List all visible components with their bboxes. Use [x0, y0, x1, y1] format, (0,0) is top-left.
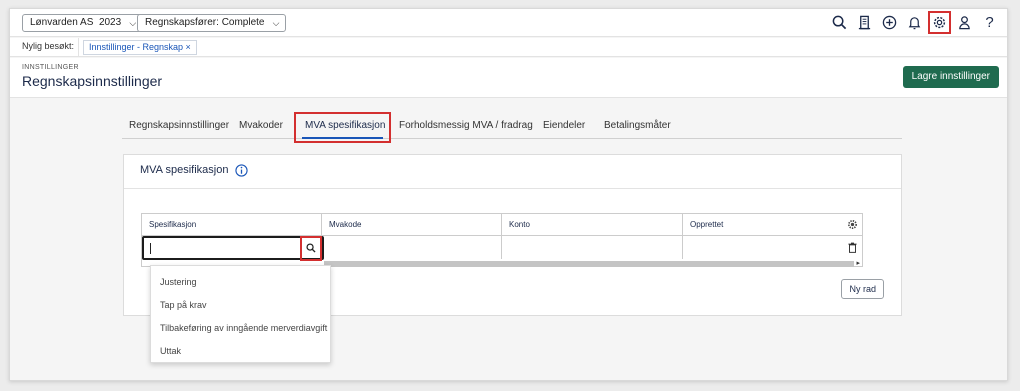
tab-forholdsmessig-mva[interactable]: Forholdsmessig MVA / fradrag — [399, 120, 533, 131]
card-title: MVA spesifikasjon — [140, 164, 229, 176]
building-icon[interactable] — [855, 13, 874, 32]
gear-icon[interactable] — [928, 11, 951, 34]
plus-circle-icon[interactable] — [880, 13, 899, 32]
table-cell[interactable] — [502, 236, 683, 259]
spec-table: Spesifikasjon Mvakode Konto Opprettet ▸ — [141, 213, 863, 267]
page-title: Regnskapsinnstillinger — [22, 73, 163, 89]
recent-bar: Nylig besøkt: Innstillinger - Regnskap × — [10, 38, 1007, 57]
tab-eiendeler[interactable]: Eiendeler — [543, 120, 585, 131]
toolbar-icons: ? — [830, 11, 999, 34]
top-bar: Lønvarden AS 2023 ⌵ Regnskapsfører: Comp… — [10, 9, 1007, 37]
accountant-label: Regnskapsfører: Complete — [145, 17, 265, 28]
tab-regnskapsinnstillinger[interactable]: Regnskapsinnstillinger — [129, 120, 229, 131]
dropdown-option[interactable]: Uttak — [160, 346, 181, 356]
bell-icon[interactable] — [905, 13, 924, 32]
help-icon[interactable]: ? — [980, 13, 999, 32]
column-header[interactable]: Spesifikasjon — [142, 214, 322, 236]
company-name: Lønvarden AS — [30, 17, 94, 28]
accountant-select[interactable]: Regnskapsfører: Complete ⌵ — [137, 14, 286, 32]
divider — [78, 38, 79, 57]
dropdown-option[interactable]: Tilbakeføring av inngående merverdiavgif… — [160, 323, 327, 333]
app-window: Lønvarden AS 2023 ⌵ Regnskapsfører: Comp… — [9, 8, 1008, 381]
dropdown-option[interactable]: Justering — [160, 277, 197, 287]
divider — [124, 188, 901, 189]
tab-mvakoder[interactable]: Mvakoder — [239, 120, 283, 131]
column-header[interactable]: Mvakode — [322, 214, 502, 236]
new-row-button[interactable]: Ny rad — [841, 279, 884, 299]
chevron-down-icon: ⌵ — [129, 18, 137, 28]
spesifikasjon-input[interactable] — [142, 236, 324, 261]
settings-tabs: Regnskapsinnstillinger Mvakoder MVA spes… — [122, 112, 902, 143]
year-label: 2023 — [98, 17, 122, 28]
horizontal-scrollbar[interactable] — [324, 261, 854, 267]
recent-label: Nylig besøkt: — [22, 41, 75, 51]
gear-icon[interactable] — [847, 219, 858, 230]
table-header: Spesifikasjon Mvakode Konto Opprettet — [142, 214, 862, 236]
user-icon[interactable] — [955, 13, 974, 32]
save-settings-button[interactable]: Lagre innstillinger — [902, 66, 999, 88]
page-header: INNSTILLINGER Regnskapsinnstillinger Lag… — [10, 58, 1007, 98]
lookup-button[interactable] — [300, 236, 322, 261]
spec-dropdown-menu: Justering Tap på krav Tilbakeføring av i… — [150, 265, 331, 363]
table-cell[interactable] — [322, 236, 502, 259]
table-cell[interactable] — [683, 236, 863, 259]
chevron-down-icon: ⌵ — [272, 18, 280, 28]
search-icon — [306, 243, 316, 253]
breadcrumb: INNSTILLINGER — [22, 64, 79, 71]
recent-tab-settings[interactable]: Innstillinger - Regnskap × — [83, 40, 197, 55]
trash-icon[interactable] — [848, 242, 857, 253]
scroll-right-icon[interactable]: ▸ — [856, 259, 860, 267]
column-header[interactable]: Konto — [502, 214, 683, 236]
company-select[interactable]: Lønvarden AS 2023 ⌵ — [22, 14, 143, 32]
text-caret — [150, 243, 151, 254]
dropdown-option[interactable]: Tap på krav — [160, 300, 207, 310]
tab-mva-spesifikasjon[interactable]: MVA spesifikasjon — [305, 120, 385, 131]
tab-betalingsmater[interactable]: Betalingsmåter — [604, 120, 671, 131]
active-tab-indicator — [302, 137, 383, 139]
column-header[interactable]: Opprettet — [683, 214, 863, 236]
search-icon[interactable] — [830, 13, 849, 32]
info-icon[interactable] — [235, 164, 248, 177]
